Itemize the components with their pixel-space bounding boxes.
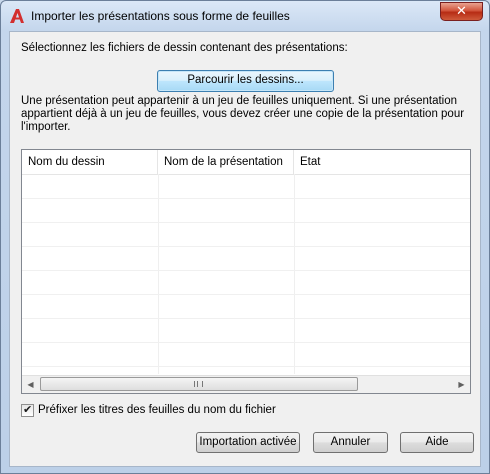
scroll-left-icon[interactable]: ◀ (22, 376, 39, 393)
grid-line (294, 174, 295, 374)
column-header-status[interactable]: Etat (294, 150, 470, 174)
list-header: Nom du dessin Nom de la présentation Eta… (22, 150, 470, 175)
grid-line (22, 246, 470, 247)
column-header-drawing-name[interactable]: Nom du dessin (22, 150, 158, 174)
autocad-icon (10, 9, 24, 23)
grid-line (22, 366, 470, 367)
close-button[interactable]: ✕ (440, 2, 483, 21)
grid-line (22, 270, 470, 271)
grid-line (22, 318, 470, 319)
scroll-right-icon[interactable]: ▶ (453, 376, 470, 393)
window-title: Importer les présentations sous forme de… (31, 9, 290, 23)
info-text: Une présentation peut appartenir à un je… (21, 95, 465, 133)
dialog-window: Importer les présentations sous forme de… (0, 0, 490, 474)
grid-line (22, 342, 470, 343)
prefix-checkbox[interactable]: ✔ (21, 403, 34, 417)
grid-line (22, 222, 470, 223)
select-files-label: Sélectionnez les fichiers de dessin cont… (21, 42, 348, 54)
grid-line (158, 174, 159, 374)
horizontal-scrollbar[interactable]: ◀ ▶ (22, 375, 470, 393)
grid-line (22, 294, 470, 295)
column-header-layout-name[interactable]: Nom de la présentation (158, 150, 294, 174)
checkmark-icon: ✔ (23, 403, 33, 416)
grip-icon (194, 381, 203, 387)
cancel-button[interactable]: Annuler (313, 432, 388, 453)
import-button[interactable]: Importation activée (196, 432, 300, 453)
title-bar[interactable]: Importer les présentations sous forme de… (1, 1, 489, 31)
layouts-list[interactable]: Nom du dessin Nom de la présentation Eta… (21, 149, 471, 394)
prefix-checkbox-label[interactable]: Préfixer les titres des feuilles du nom … (38, 404, 276, 417)
dialog-body: Sélectionnez les fichiers de dessin cont… (9, 31, 481, 467)
close-icon: ✕ (456, 4, 467, 19)
scrollbar-thumb[interactable] (40, 377, 358, 391)
help-button[interactable]: Aide (400, 432, 474, 453)
grid-line (22, 198, 470, 199)
browse-drawings-button[interactable]: Parcourir les dessins... (157, 70, 334, 92)
